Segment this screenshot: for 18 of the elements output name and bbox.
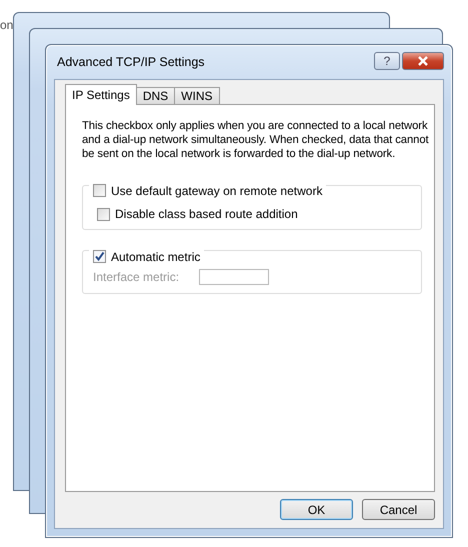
checkbox-option[interactable]: Automatic metric (89, 250, 204, 264)
close-icon (416, 56, 430, 66)
checkbox[interactable] (93, 184, 106, 197)
checkbox-option[interactable]: Use default gateway on remote network (89, 184, 326, 198)
tab[interactable]: DNS (136, 87, 176, 104)
dialog-button[interactable]: OK (280, 499, 353, 520)
checkbox[interactable] (93, 250, 106, 263)
background-window-text: on (0, 18, 14, 32)
tab[interactable]: IP Settings (65, 84, 137, 105)
window-title: Advanced TCP/IP Settings (57, 55, 205, 69)
dialog-button[interactable]: Cancel (362, 499, 435, 520)
description-text: This checkbox only applies when you are connected to a local network and a dial-up network simultaneously. When checked, data that cannot be sent on the local network is forwarded to the dial-up network. (82, 119, 430, 161)
tab[interactable]: WINS (174, 87, 220, 104)
close-button[interactable] (402, 52, 444, 70)
checkbox-option[interactable]: Disable class based route addition (97, 207, 298, 221)
field-label: Interface metric: (93, 270, 180, 284)
checkbox[interactable] (97, 208, 110, 220)
help-button[interactable]: ? (374, 52, 400, 70)
